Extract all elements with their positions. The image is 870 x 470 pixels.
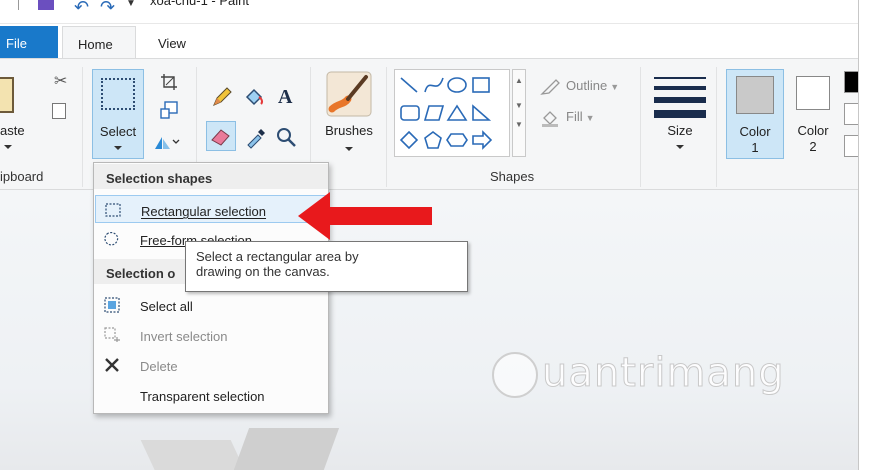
color-2-swatch[interactable] <box>796 76 830 110</box>
size-dropdown-icon[interactable] <box>676 145 684 149</box>
customize-quick-access-icon[interactable]: ▼ <box>126 0 136 9</box>
eraser-button[interactable] <box>206 121 236 151</box>
canvas-image-shape <box>140 440 250 470</box>
group-separator <box>640 67 641 187</box>
select-button[interactable]: Select <box>92 69 144 159</box>
shapes-gallery-icons <box>399 77 493 150</box>
undo-icon[interactable]: ↶ <box>74 0 89 18</box>
chevron-down-icon: ▼ <box>610 82 620 92</box>
size-icon[interactable] <box>654 77 706 125</box>
paint-window: ↶ ↷ ▼ xoa-chu-1 - Paint File Home View a… <box>0 0 870 470</box>
select-all-icon <box>104 297 120 313</box>
color-1-number: 1 <box>751 140 759 155</box>
crop-icon[interactable] <box>160 73 178 91</box>
fill-bucket-icon[interactable] <box>242 85 266 109</box>
menu-item-label: Delete <box>140 359 178 374</box>
delete-icon <box>105 358 119 372</box>
brushes-label[interactable]: Brushes <box>318 123 380 138</box>
invert-selection-icon <box>104 327 120 342</box>
gallery-expand-icon[interactable]: ▼ <box>513 120 525 129</box>
shapes-group-label: Shapes <box>490 169 535 184</box>
size-line <box>654 110 706 118</box>
color-2-label[interactable]: Color <box>786 123 840 138</box>
size-label[interactable]: Size <box>654 123 706 138</box>
select-label: Select <box>99 124 137 139</box>
menu-header-selection-shapes: Selection shapes <box>94 164 328 189</box>
tab-home[interactable]: Home <box>62 26 136 59</box>
color-1-swatch <box>736 76 774 114</box>
copy-icon[interactable] <box>52 103 66 119</box>
group-separator <box>386 67 387 187</box>
size-line <box>654 86 706 90</box>
rectangle-select-icon <box>101 78 135 110</box>
rectangular-selection-icon <box>105 203 121 217</box>
watermark: uantrimang <box>492 346 792 406</box>
tooltip-line: Select a rectangular area by <box>196 249 359 264</box>
title-bar: ↶ ↷ ▼ xoa-chu-1 - Paint <box>0 0 870 24</box>
save-icon[interactable] <box>38 0 54 10</box>
fill-label: Fill <box>566 109 583 124</box>
color-1-button[interactable]: Color 1 <box>726 69 784 159</box>
color-1-label: Color <box>739 124 771 139</box>
outline-dropdown[interactable]: Outline ▼ <box>566 78 619 93</box>
menu-item-delete[interactable]: Delete <box>95 351 327 379</box>
group-separator <box>716 67 717 187</box>
eraser-icon <box>211 129 230 146</box>
outline-label: Outline <box>566 78 608 93</box>
lightbulb-logo-icon <box>492 352 538 398</box>
chevron-down-icon <box>114 146 122 150</box>
magnifier-icon[interactable] <box>274 125 298 149</box>
paste-label[interactable]: aste <box>0 123 25 138</box>
tooltip-line: drawing on the canvas. <box>196 264 330 279</box>
fill-dropdown[interactable]: Fill ▼ <box>566 109 595 124</box>
tooltip: Select a rectangular area by drawing on … <box>185 241 468 292</box>
tab-file[interactable]: File <box>0 26 58 58</box>
menu-item-select-all[interactable]: Select all <box>95 291 327 319</box>
shapes-gallery[interactable] <box>394 69 510 157</box>
size-line <box>654 77 706 79</box>
cut-icon[interactable]: ✂ <box>54 71 67 91</box>
pencil-icon[interactable] <box>210 85 234 109</box>
clipboard-group-label: ipboard <box>0 169 44 184</box>
menu-item-invert-selection[interactable]: Invert selection <box>95 321 327 349</box>
freeform-selection-icon <box>104 231 119 246</box>
outline-icon[interactable] <box>540 78 560 96</box>
svg-text:A: A <box>278 86 293 107</box>
menu-item-label: Transparent selection <box>140 389 265 404</box>
resize-icon[interactable] <box>160 101 178 119</box>
rotate-icon[interactable] <box>152 133 180 151</box>
redo-icon[interactable]: ↷ <box>100 0 115 18</box>
brushes-dropdown-icon[interactable] <box>345 147 353 151</box>
menu-item-label: Invert selection <box>140 329 228 344</box>
window-edge <box>858 0 870 470</box>
menu-item-rectangular-selection[interactable]: Rectangular selection <box>95 195 327 223</box>
window-title: xoa-chu-1 - Paint <box>150 0 249 8</box>
scroll-down-icon[interactable]: ▼ <box>513 101 525 110</box>
size-line <box>654 97 706 103</box>
quick-access-separator <box>18 0 19 10</box>
group-separator <box>82 67 83 187</box>
color-2-number[interactable]: 2 <box>786 139 840 154</box>
shapes-gallery-scroll[interactable]: ▲ ▼ ▼ <box>512 69 526 157</box>
brush-icon[interactable] <box>326 71 372 117</box>
menu-item-label: Select all <box>140 299 193 314</box>
tab-view[interactable]: View <box>158 36 186 51</box>
canvas-image-shape <box>230 428 340 470</box>
paste-icon[interactable] <box>0 77 14 113</box>
watermark-text: uantrimang <box>542 350 785 397</box>
paste-dropdown-icon[interactable] <box>4 145 12 149</box>
menu-item-transparent-selection[interactable]: Transparent selection <box>95 381 327 409</box>
chevron-down-icon: ▼ <box>585 113 595 123</box>
scroll-up-icon[interactable]: ▲ <box>513 76 525 85</box>
annotation-arrow-icon <box>298 192 432 240</box>
fill-icon[interactable] <box>540 109 560 127</box>
menu-item-label: Rectangular selection <box>141 204 267 219</box>
text-icon[interactable]: A <box>274 83 298 107</box>
color-picker-icon[interactable] <box>244 125 268 149</box>
